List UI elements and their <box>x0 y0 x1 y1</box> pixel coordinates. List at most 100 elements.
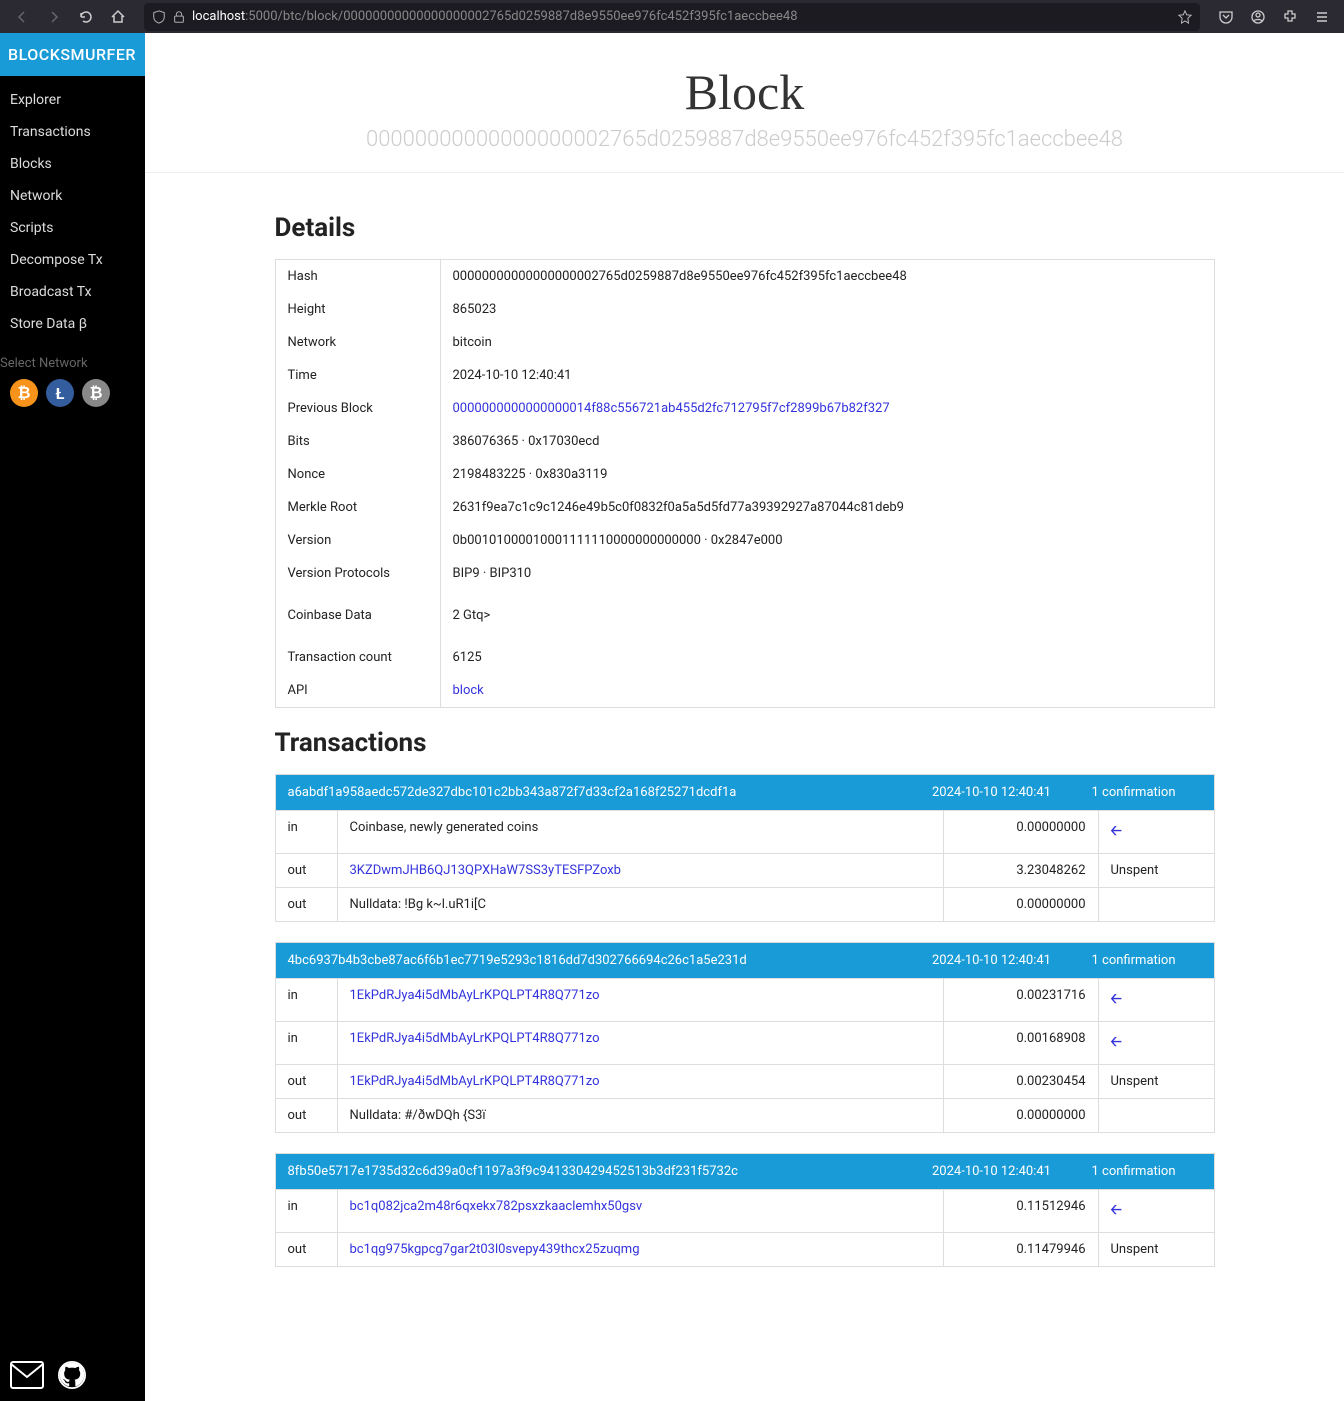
detail-height-value: 865023 <box>440 293 1214 326</box>
details-heading: Details <box>275 213 1215 243</box>
mail-icon[interactable] <box>10 1361 44 1389</box>
tx-direction: in <box>276 811 338 853</box>
detail-api-link[interactable]: block <box>453 683 484 698</box>
tx-direction: in <box>276 979 338 1021</box>
tx-hash[interactable]: 4bc6937b4b3cbe87ac6f6b1ec7719e5293c1816d… <box>288 953 892 968</box>
detail-txcount-label: Transaction count <box>275 641 440 674</box>
detail-prevblock-label: Previous Block <box>275 392 440 425</box>
tx-amount: 0.00000000 <box>944 811 1099 853</box>
detail-prevblock-link[interactable]: 0000000000000000014f88c556721ab455d2fc71… <box>453 401 890 416</box>
tx-hash[interactable]: 8fb50e5717e1735d32c6d39a0cf1197a3f9c9413… <box>288 1164 892 1179</box>
nav-store-data[interactable]: Store Data β <box>0 308 145 340</box>
account-icon[interactable] <box>1244 3 1272 31</box>
tx-amount: 0.00000000 <box>944 1099 1099 1132</box>
detail-merkle-value: 2631f9ea7c1c9c1246e49b5c0f0832f0a5a5d5fd… <box>440 491 1214 524</box>
detail-bits-label: Bits <box>275 425 440 458</box>
transactions-heading: Transactions <box>275 728 1215 758</box>
detail-merkle-label: Merkle Root <box>275 491 440 524</box>
tx-direction: out <box>276 888 338 921</box>
hero: Block 00000000000000000002765d0259887d8e… <box>145 33 1344 173</box>
tx-amount: 0.00231716 <box>944 979 1099 1021</box>
tx-header: 4bc6937b4b3cbe87ac6f6b1ec7719e5293c1816d… <box>276 943 1214 978</box>
tx-amount: 0.00230454 <box>944 1065 1099 1098</box>
forward-button[interactable] <box>40 3 68 31</box>
detail-bits-value: 386076365 · 0x17030ecd <box>440 425 1214 458</box>
network-btc[interactable]: ₿ <box>10 379 38 407</box>
tx-status-text: Unspent <box>1111 863 1159 878</box>
arrow-left-icon[interactable]: 🡠 <box>1111 991 1122 1007</box>
nav-network[interactable]: Network <box>0 180 145 212</box>
tx-address-text: Nulldata: !Bg k~l.uR1i[C <box>350 897 486 912</box>
tx-confirmations: 1 confirmation <box>1092 953 1202 968</box>
tx-amount: 0.11512946 <box>944 1190 1099 1232</box>
detail-height-label: Height <box>275 293 440 326</box>
nav-decompose-tx[interactable]: Decompose Tx <box>0 244 145 276</box>
tx-row: in 1EkPdRJya4i5dMbAyLrKPQLPT4R8Q771zo 0.00… <box>276 1021 1214 1064</box>
detail-network-value: bitcoin <box>440 326 1214 359</box>
tx-hash[interactable]: a6abdf1a958aedc572de327dbc101c2bb343a872… <box>288 785 892 800</box>
tx-amount: 0.00168908 <box>944 1022 1099 1064</box>
bookmark-star-icon[interactable] <box>1178 10 1192 24</box>
sidebar-footer <box>0 1349 145 1401</box>
extensions-icon[interactable] <box>1276 3 1304 31</box>
pocket-icon[interactable] <box>1212 3 1240 31</box>
tx-block: 4bc6937b4b3cbe87ac6f6b1ec7719e5293c1816d… <box>275 942 1215 1133</box>
nav-explorer[interactable]: Explorer <box>0 84 145 116</box>
network-selector: ₿ Ł ₿ <box>0 379 145 407</box>
tx-date: 2024-10-10 12:40:41 <box>892 1164 1092 1179</box>
tx-direction: out <box>276 1065 338 1098</box>
arrow-left-icon[interactable]: 🡠 <box>1111 1034 1122 1050</box>
tx-amount: 0.00000000 <box>944 888 1099 921</box>
tx-address-link[interactable]: bc1q082jca2m48r6qxekx782psxzkaaclemhx50g… <box>350 1199 643 1214</box>
detail-hash-label: Hash <box>275 260 440 294</box>
detail-hash-value: 00000000000000000002765d0259887d8e9550ee… <box>440 260 1214 294</box>
tx-address-link[interactable]: 1EkPdRJya4i5dMbAyLrKPQLPT4R8Q771zo <box>350 1031 600 1046</box>
tx-row: outbc1qg975kgpcg7gar2t03l0svepy439thcx25… <box>276 1232 1214 1266</box>
network-ltc[interactable]: Ł <box>46 379 74 407</box>
sidebar: BLOCKSMURFER Explorer Transactions Block… <box>0 33 145 1401</box>
back-button[interactable] <box>8 3 36 31</box>
tx-row: out3KZDwmJHB6QJ13QPXHaW7SS3yTESFPZoxb3.2… <box>276 853 1214 887</box>
tx-address-text: Coinbase, newly generated coins <box>350 820 539 835</box>
tx-status-text: Unspent <box>1111 1242 1159 1257</box>
block-hash-display: 00000000000000000002765d0259887d8e9550ee… <box>165 127 1324 152</box>
tx-date: 2024-10-10 12:40:41 <box>892 953 1092 968</box>
reload-button[interactable] <box>72 3 100 31</box>
arrow-left-icon[interactable]: 🡠 <box>1111 1202 1122 1218</box>
details-table: Hash00000000000000000002765d0259887d8e95… <box>275 259 1215 708</box>
tx-header: 8fb50e5717e1735d32c6d39a0cf1197a3f9c9413… <box>276 1154 1214 1189</box>
tx-address-link[interactable]: 1EkPdRJya4i5dMbAyLrKPQLPT4R8Q771zo <box>350 988 600 1003</box>
detail-version-label: Version <box>275 524 440 557</box>
nav-scripts[interactable]: Scripts <box>0 212 145 244</box>
url-text: localhost:5000/btc/block/000000000000000… <box>192 9 798 24</box>
tx-address-link[interactable]: 3KZDwmJHB6QJ13QPXHaW7SS3yTESFPZoxb <box>350 863 621 878</box>
lock-icon <box>172 10 186 24</box>
tx-block: a6abdf1a958aedc572de327dbc101c2bb343a872… <box>275 774 1215 922</box>
tx-address-link[interactable]: bc1qg975kgpcg7gar2t03l0svepy439thcx25zuq… <box>350 1242 640 1257</box>
detail-api-label: API <box>275 674 440 708</box>
detail-nonce-label: Nonce <box>275 458 440 491</box>
tx-row: in 1EkPdRJya4i5dMbAyLrKPQLPT4R8Q771zo 0.00… <box>276 978 1214 1021</box>
nav-blocks[interactable]: Blocks <box>0 148 145 180</box>
tx-block: 8fb50e5717e1735d32c6d39a0cf1197a3f9c9413… <box>275 1153 1215 1267</box>
tx-address-link[interactable]: 1EkPdRJya4i5dMbAyLrKPQLPT4R8Q771zo <box>350 1074 600 1089</box>
select-network-label: Select Network <box>0 348 145 379</box>
brand-logo[interactable]: BLOCKSMURFER <box>0 33 145 76</box>
arrow-left-icon[interactable]: 🡠 <box>1111 823 1122 839</box>
browser-toolbar: localhost:5000/btc/block/000000000000000… <box>0 0 1344 33</box>
detail-versionproto-label: Version Protocols <box>275 557 440 590</box>
menu-icon[interactable] <box>1308 3 1336 31</box>
tx-row: inbc1q082jca2m48r6qxekx782psxzkaaclemhx5… <box>276 1189 1214 1232</box>
url-bar[interactable]: localhost:5000/btc/block/000000000000000… <box>144 3 1200 31</box>
detail-versionproto-value: BIP9 · BIP310 <box>440 557 1214 590</box>
tx-status-text: Unspent <box>1111 1074 1159 1089</box>
tx-direction: in <box>276 1022 338 1064</box>
home-button[interactable] <box>104 3 132 31</box>
tx-row: out Nulldata: !Bg k~l.uR1i[C 0.00000000 <box>276 887 1214 921</box>
nav-transactions[interactable]: Transactions <box>0 116 145 148</box>
main-content: Block 00000000000000000002765d0259887d8e… <box>145 33 1344 1401</box>
network-bch[interactable]: ₿ <box>82 379 110 407</box>
nav-broadcast-tx[interactable]: Broadcast Tx <box>0 276 145 308</box>
github-icon[interactable] <box>58 1361 86 1389</box>
detail-coinbase-label: Coinbase Data <box>275 590 440 641</box>
